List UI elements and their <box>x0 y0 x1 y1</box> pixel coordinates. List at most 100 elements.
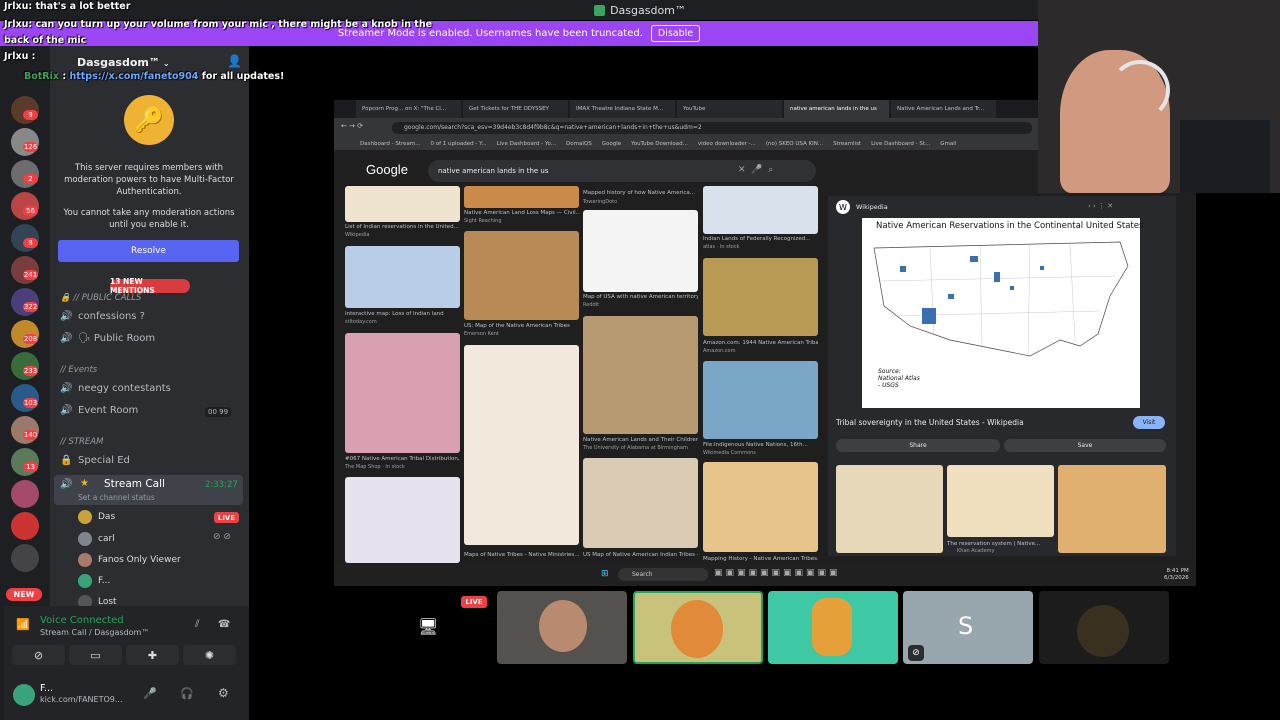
result-image[interactable] <box>345 477 460 563</box>
bookmark[interactable]: Google <box>602 141 621 147</box>
result-caption[interactable]: List of Indian reservations in the Unite… <box>345 224 460 230</box>
save-button[interactable]: Save <box>1004 439 1166 452</box>
result-caption[interactable]: Indian Lands of Federally Recognized... <box>703 236 818 242</box>
noise-suppression-icon[interactable]: ⫽ <box>195 619 199 630</box>
taskbar-app-icons[interactable]: ▣▣▣▣▣▣▣▣▣▣▣ <box>714 568 841 578</box>
result-caption[interactable]: Native American Lands and Their Children… <box>583 437 698 443</box>
server-icon[interactable] <box>11 480 39 508</box>
preview-title[interactable]: Tribal sovereignty in the United States … <box>836 418 1024 427</box>
add-user-icon[interactable]: 👤 <box>227 54 242 68</box>
channel-public-room[interactable]: 🔊 🗣 Public Room <box>60 333 155 344</box>
result-image[interactable] <box>464 345 579 545</box>
bookmark[interactable]: Gmail <box>940 141 956 147</box>
avatar[interactable] <box>13 684 35 706</box>
voice-connected-label[interactable]: Voice Connected <box>40 615 124 626</box>
voice-user[interactable]: F... <box>78 574 110 588</box>
browser-tab[interactable]: YouTube <box>677 100 782 118</box>
result-image[interactable] <box>464 231 579 320</box>
windows-start-icon[interactable]: ⊞ <box>601 569 609 579</box>
bookmark[interactable]: Live Dashboard - Yo... <box>497 141 556 147</box>
result-image[interactable] <box>345 186 460 222</box>
voice-user[interactable]: carl <box>78 532 115 546</box>
voice-user[interactable]: Das <box>78 510 115 524</box>
channel-event-room[interactable]: 🔊 Event Room <box>60 405 138 416</box>
result-caption[interactable]: #067 Native American Tribal Distribution… <box>345 456 460 462</box>
bookmark[interactable]: video downloader -... <box>698 141 756 147</box>
result-source: The University of Alabama at Birmingham <box>583 445 688 451</box>
activities-button[interactable]: ✚ <box>126 645 179 665</box>
result-caption[interactable]: Amazon.com: 1944 Native American Tribal.… <box>703 340 818 346</box>
channel-status[interactable]: Set a channel status <box>78 493 155 502</box>
server-icon[interactable] <box>11 544 39 572</box>
nav-arrows-icon[interactable]: ← → ⟳ <box>341 122 363 130</box>
new-mentions-pill[interactable]: 13 NEW MENTIONS <box>110 277 190 295</box>
new-badge[interactable]: NEW <box>6 588 42 601</box>
result-image[interactable] <box>583 316 698 434</box>
related-image[interactable] <box>836 465 943 553</box>
screen-share-button[interactable]: ▭ <box>69 645 122 665</box>
channel-special-ed[interactable]: 🔒 Special Ed <box>60 455 130 466</box>
resolve-button[interactable]: Resolve <box>58 240 239 262</box>
server-name-header[interactable]: Dasgasdom™ ⌄ <box>77 56 170 69</box>
share-button[interactable]: Share <box>836 439 1000 452</box>
microphone-icon[interactable]: 🎤 <box>143 687 157 700</box>
result-image[interactable] <box>583 458 698 548</box>
result-caption[interactable]: Interactive map: Loss of Indian land <box>345 311 460 317</box>
disconnect-icon[interactable]: ☎ <box>218 619 230 630</box>
taskbar-search[interactable]: Search <box>618 568 708 581</box>
browser-tab[interactable]: IMAX Theatre Indiana State M... <box>570 100 675 118</box>
result-caption[interactable]: US: Map of the Native American Tribes <box>464 323 579 329</box>
result-caption[interactable]: Maps of Native Tribes - Native Ministrie… <box>464 552 579 558</box>
result-caption[interactable]: Mapping History - Native American Tribes… <box>703 556 818 562</box>
address-bar[interactable]: google.com/search?sca_esv=39d4eb3c8d4f9b… <box>392 122 1032 134</box>
related-caption[interactable]: The reservation system | Native... <box>947 541 1054 547</box>
channel-confessions[interactable]: 🔊 confessions ? <box>60 311 145 322</box>
preview-site[interactable]: Wikipedia <box>856 203 888 211</box>
camera-off-button[interactable]: ⊘ <box>12 645 65 665</box>
chat-link[interactable]: https://x.com/faneto904 <box>69 71 198 82</box>
browser-tab[interactable]: Native American Lands and Tr... <box>891 100 996 118</box>
result-image[interactable] <box>583 210 698 292</box>
result-image[interactable] <box>464 186 579 208</box>
bookmark[interactable]: Live Dashboard - St... <box>871 141 930 147</box>
lock-icon: 🔒 <box>60 293 71 303</box>
category-stream[interactable]: // STREAM <box>60 437 103 447</box>
result-caption[interactable]: US Map of Native American Indian Tribes … <box>583 552 698 558</box>
voice-location[interactable]: Stream Call / Dasgasdom™ <box>40 628 149 637</box>
search-controls-icon[interactable]: ✕ 🎤 ⌕ <box>738 165 773 175</box>
bookmark[interactable]: (no) SKEO USA KIN... <box>766 141 823 147</box>
bookmark[interactable]: Streamlist <box>833 141 861 147</box>
result-image[interactable] <box>345 333 460 453</box>
browser-tab-active[interactable]: native american lands in the us <box>784 100 889 118</box>
result-image[interactable] <box>703 186 818 234</box>
result-image[interactable] <box>703 361 818 439</box>
bookmark[interactable]: YouTube Download... <box>631 141 688 147</box>
headphones-icon[interactable]: 🎧 <box>180 687 194 700</box>
preview-controls-icon[interactable]: ‹ › ⋮ ✕ <box>1088 202 1113 210</box>
related-image[interactable] <box>1058 465 1166 553</box>
related-image[interactable] <box>947 465 1054 537</box>
result-image[interactable] <box>345 246 460 308</box>
voice-user[interactable]: Fanos Only Viewer <box>78 553 181 567</box>
visit-button[interactable]: Visit <box>1133 416 1165 429</box>
result-caption[interactable]: Native American Land Loss Maps — Civil..… <box>464 210 579 216</box>
disable-button[interactable]: Disable <box>650 25 701 42</box>
channel-neegy-contestants[interactable]: 🔊 neegy contestants <box>60 383 171 394</box>
google-logo[interactable]: Google <box>366 162 408 177</box>
result-image[interactable] <box>703 462 818 552</box>
browser-tab[interactable]: Get Tickets for THE ODYSSEY <box>463 100 568 118</box>
result-caption[interactable]: File:Indigenous Native Nations, 16th... <box>703 442 818 448</box>
result-image[interactable] <box>703 258 818 336</box>
bookmark[interactable]: 0 of 1 uploaded - Y... <box>430 141 486 147</box>
browser-tab[interactable]: Popcorn Prog... on X: "The Cl... <box>356 100 461 118</box>
result-caption[interactable]: Map of USA with native American territor… <box>583 294 698 300</box>
category-events[interactable]: // Events <box>60 365 97 375</box>
soundboard-button[interactable]: ✺ <box>183 645 236 665</box>
bookmark[interactable]: Dashboard - Stream... <box>360 141 420 147</box>
gear-icon[interactable]: ⚙ <box>218 686 229 700</box>
category-public-calls[interactable]: 🔒 // PUBLIC CALLS <box>60 293 141 303</box>
user-name[interactable]: F... <box>40 683 53 694</box>
result-caption[interactable]: Mapped history of how Native America... <box>583 190 698 196</box>
server-icon[interactable] <box>11 512 39 540</box>
bookmark[interactable]: DomalQS <box>566 141 592 147</box>
